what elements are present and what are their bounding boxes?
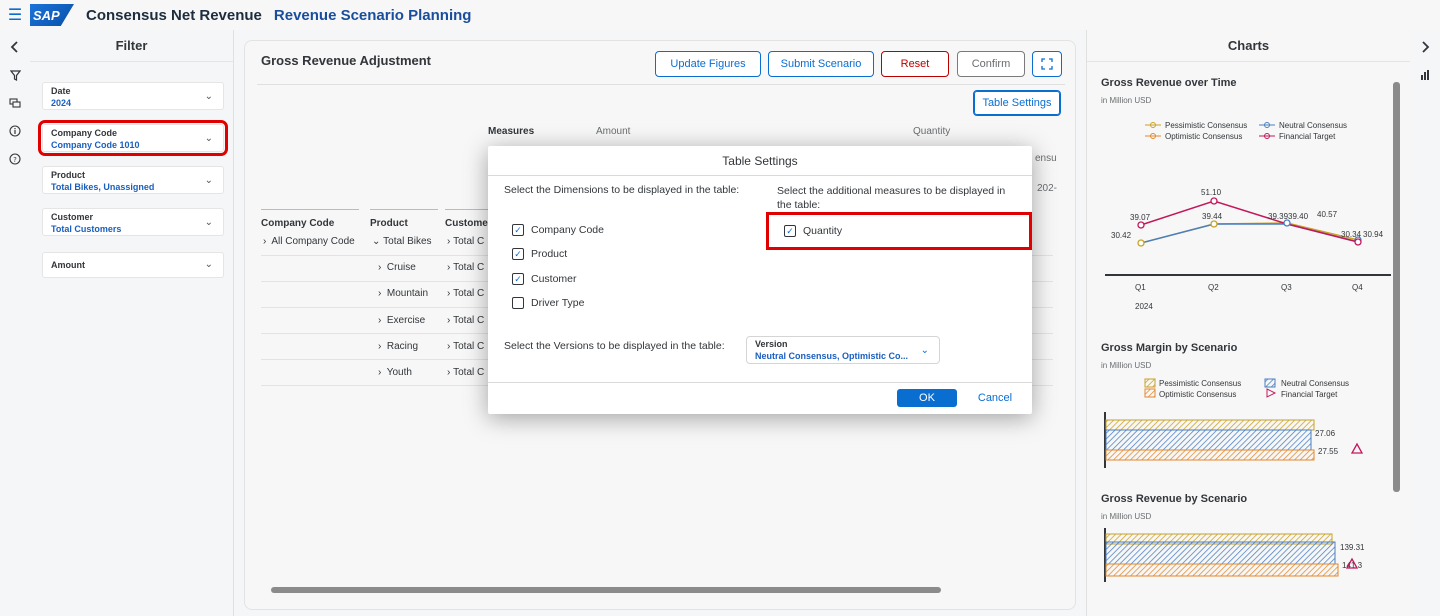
ok-button[interactable]: OK (897, 389, 957, 407)
version-value: Neutral Consensus, Optimistic Co... (755, 351, 909, 361)
version-label: Version (755, 339, 788, 349)
chevron-down-icon: ⌄ (920, 345, 929, 356)
checkbox-unchecked-icon[interactable] (512, 297, 524, 309)
measures-prompt: Select the additional measures to be dis… (777, 185, 1006, 211)
dimension-label: Company Code (531, 224, 604, 236)
version-select[interactable]: Version Neutral Consensus, Optimistic Co… (746, 336, 940, 364)
dialog-title: Table Settings (488, 146, 1032, 176)
table-settings-dialog: Table Settings Select the Dimensions to … (488, 146, 1032, 414)
dimension-company-code[interactable]: ✓ Company Code (512, 224, 604, 236)
checkbox-checked-icon[interactable]: ✓ (512, 224, 524, 236)
cancel-button[interactable]: Cancel (972, 389, 1018, 407)
checkbox-checked-icon[interactable]: ✓ (512, 273, 524, 285)
checkbox-checked-icon[interactable]: ✓ (784, 225, 796, 237)
dimension-driver-type[interactable]: Driver Type (512, 297, 585, 309)
dimension-label: Product (531, 248, 568, 260)
dimension-label: Customer (531, 273, 577, 285)
dimension-customer[interactable]: ✓ Customer (512, 273, 577, 285)
dimension-product[interactable]: ✓ Product (512, 248, 567, 260)
dimensions-prompt: Select the Dimensions to be displayed in… (504, 184, 740, 196)
measure-label: Quantity (803, 225, 843, 237)
checkbox-checked-icon[interactable]: ✓ (512, 248, 524, 260)
versions-prompt: Select the Versions to be displayed in t… (504, 340, 725, 352)
dimension-label: Driver Type (531, 297, 585, 309)
measure-quantity[interactable]: ✓ Quantity (784, 225, 842, 237)
